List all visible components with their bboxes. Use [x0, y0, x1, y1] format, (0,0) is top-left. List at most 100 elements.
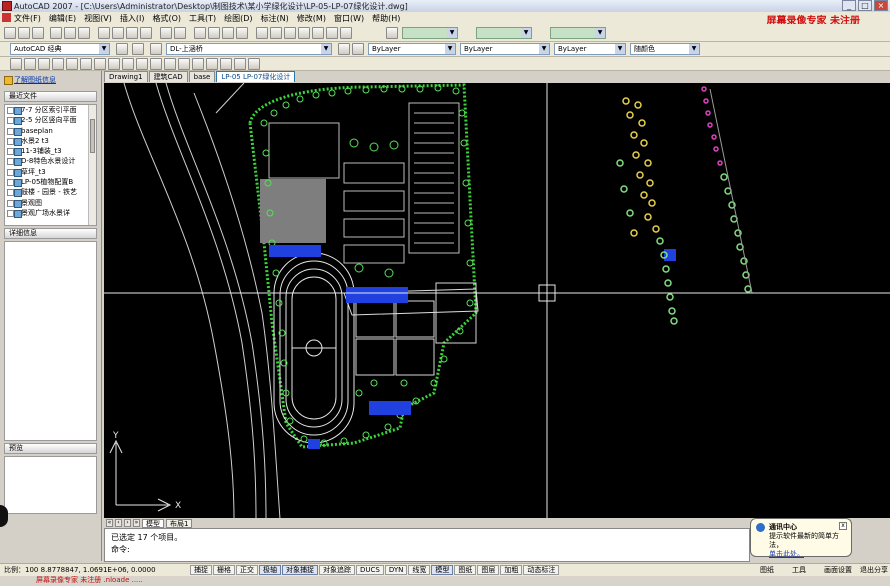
- command-line[interactable]: 已选定 17 个项目。 命令:: [104, 528, 750, 562]
- toggle-layer[interactable]: 图层: [477, 565, 500, 575]
- toggle-model[interactable]: 模型: [431, 565, 454, 575]
- gradient-icon[interactable]: [220, 58, 232, 70]
- dimstyle-icon[interactable]: [386, 27, 398, 39]
- construction-line-icon[interactable]: [24, 58, 36, 70]
- preview-icon[interactable]: [64, 27, 76, 39]
- line-icon[interactable]: [10, 58, 22, 70]
- quickcalc-icon[interactable]: [326, 27, 338, 39]
- status-paper[interactable]: 图纸: [760, 565, 774, 575]
- toggle-paper[interactable]: 图纸: [454, 565, 477, 575]
- balloon-close-button[interactable]: x: [839, 522, 847, 530]
- list-item[interactable]: 2-5 分区竖向平面: [5, 115, 96, 126]
- menu-file[interactable]: 文件(F): [14, 13, 41, 24]
- list-item[interactable]: baseplan: [5, 126, 96, 136]
- workspace-combo[interactable]: AutoCAD 经典 ▼: [10, 43, 110, 55]
- zoom-window-icon[interactable]: [222, 27, 234, 39]
- design-center-icon[interactable]: [270, 27, 282, 39]
- preview-header[interactable]: 预览: [4, 443, 97, 454]
- zoom-realtime-icon[interactable]: [208, 27, 220, 39]
- layer-previous-icon[interactable]: [352, 43, 364, 55]
- layer-combo[interactable]: DL-上涵桥 ▼: [166, 43, 332, 55]
- help-icon[interactable]: [340, 27, 352, 39]
- make-block-icon[interactable]: [178, 58, 190, 70]
- menu-dimension[interactable]: 标注(N): [261, 13, 289, 24]
- document-icon[interactable]: [2, 13, 11, 22]
- toggle-lineweight[interactable]: 线宽: [408, 565, 431, 575]
- region-icon[interactable]: [234, 58, 246, 70]
- menu-insert[interactable]: 插入(I): [120, 13, 145, 24]
- open-icon[interactable]: [18, 27, 30, 39]
- menu-modify[interactable]: 修改(M): [297, 13, 326, 24]
- list-item[interactable]: D-8特色水景设计: [5, 156, 96, 167]
- menu-format[interactable]: 格式(O): [152, 13, 181, 24]
- spline-icon[interactable]: [122, 58, 134, 70]
- tab-building-cad[interactable]: 建筑CAD: [148, 71, 188, 82]
- toggle-osnap[interactable]: 对象捕捉: [282, 565, 318, 575]
- toggle-dynamic-dim[interactable]: 动态标注: [523, 565, 560, 575]
- markup-icon[interactable]: [312, 27, 324, 39]
- color-combo[interactable]: ByLayer ▼: [368, 43, 456, 55]
- balloon-link[interactable]: 单击此处。: [769, 550, 847, 559]
- lineweight-combo[interactable]: ByLayer ▼: [554, 43, 626, 55]
- autocad-app-icon[interactable]: [2, 1, 12, 11]
- tool-palettes-icon[interactable]: [284, 27, 296, 39]
- list-item[interactable]: 水景2 t3: [5, 136, 96, 147]
- publish-icon[interactable]: [78, 27, 90, 39]
- toggle-otrack[interactable]: 对象追踪: [319, 565, 355, 575]
- drawing-info-link[interactable]: 了解图纸信息: [0, 71, 101, 89]
- tab-model[interactable]: 模型: [142, 518, 164, 528]
- scroll-thumb[interactable]: [90, 119, 95, 153]
- point-icon[interactable]: [192, 58, 204, 70]
- list-item[interactable]: 7-7 分区索引平面: [5, 105, 96, 116]
- menu-help[interactable]: 帮助(H): [372, 13, 400, 24]
- communication-center-balloon[interactable]: x 通讯中心 提示软件最新的简单方法， 单击此处。: [750, 518, 852, 559]
- first-layout-button[interactable]: «: [106, 519, 113, 527]
- menu-view[interactable]: 视图(V): [84, 13, 112, 24]
- save-icon[interactable]: [32, 27, 44, 39]
- sheet-set-icon[interactable]: [298, 27, 310, 39]
- copy-icon[interactable]: [112, 27, 124, 39]
- list-item[interactable]: 11-3铺装_t3: [5, 146, 96, 157]
- list-item[interactable]: LP-05植物配置B: [5, 177, 96, 188]
- insert-block-icon[interactable]: [164, 58, 176, 70]
- toggle-dyn[interactable]: DYN: [384, 565, 408, 575]
- tab-layout1[interactable]: 布局1: [166, 518, 193, 528]
- tab-landscape-design[interactable]: LP-05 LP-07绿化设计: [216, 71, 296, 82]
- last-layout-button[interactable]: »: [133, 519, 140, 527]
- hatch-icon[interactable]: [206, 58, 218, 70]
- close-button[interactable]: ×: [874, 0, 888, 11]
- table-style-combo[interactable]: ▼: [550, 27, 606, 39]
- new-icon[interactable]: [4, 27, 16, 39]
- menu-window[interactable]: 窗口(W): [334, 13, 364, 24]
- toggle-grid[interactable]: 栅格: [213, 565, 235, 575]
- polyline-icon[interactable]: [38, 58, 50, 70]
- ellipse-arc-icon[interactable]: [150, 58, 162, 70]
- pan-icon[interactable]: [194, 27, 206, 39]
- menu-edit[interactable]: 编辑(E): [49, 13, 76, 24]
- list-item[interactable]: 景观图: [5, 198, 96, 208]
- minimize-button[interactable]: _: [842, 0, 856, 11]
- status-exit-share[interactable]: 退出分享: [860, 565, 888, 575]
- toggle-bold[interactable]: 加粗: [500, 565, 523, 575]
- toggle-polar[interactable]: 极轴: [259, 565, 281, 575]
- make-object-layer-current-icon[interactable]: [338, 43, 350, 55]
- linetype-combo[interactable]: ByLayer ▼: [460, 43, 550, 55]
- menu-tools[interactable]: 工具(T): [189, 13, 216, 24]
- details-header[interactable]: 详细信息: [4, 228, 97, 239]
- rectangle-icon[interactable]: [66, 58, 78, 70]
- toggle-snap[interactable]: 捕捉: [190, 565, 212, 575]
- file-list-scrollbar[interactable]: [88, 105, 96, 225]
- text-style-combo[interactable]: ▼: [402, 27, 458, 39]
- prev-layout-button[interactable]: ‹: [115, 519, 122, 527]
- redo-icon[interactable]: [174, 27, 186, 39]
- dim-style-combo[interactable]: ▼: [476, 27, 532, 39]
- circle-icon[interactable]: [94, 58, 106, 70]
- arc-icon[interactable]: [80, 58, 92, 70]
- list-item[interactable]: 景观广场水景详: [5, 208, 96, 219]
- plotstyle-combo[interactable]: 随颜色 ▼: [630, 43, 700, 55]
- revision-cloud-icon[interactable]: [108, 58, 120, 70]
- polygon-icon[interactable]: [52, 58, 64, 70]
- command-prompt[interactable]: 命令:: [111, 544, 743, 556]
- tab-base[interactable]: base: [188, 71, 216, 82]
- cut-icon[interactable]: [98, 27, 110, 39]
